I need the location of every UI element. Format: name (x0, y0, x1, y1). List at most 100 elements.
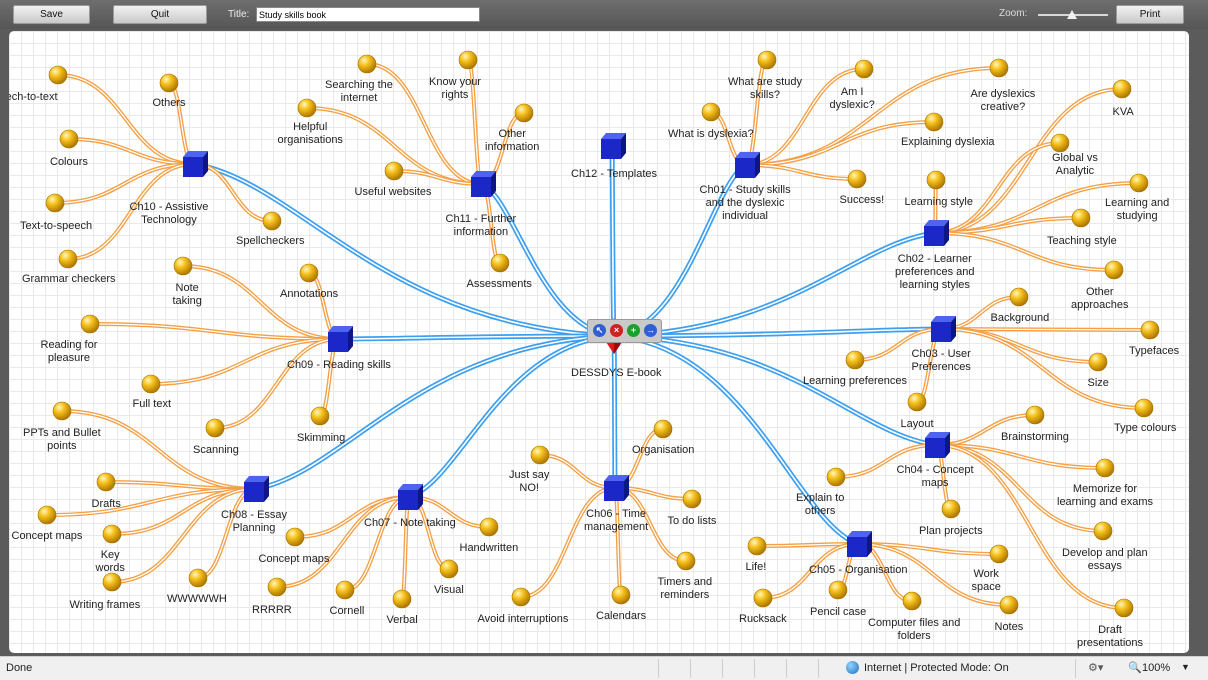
topic-node[interactable] (611, 585, 631, 605)
topic-label[interactable]: Typefaces (1129, 345, 1179, 358)
topic-label[interactable]: Timers and reminders (658, 576, 713, 602)
topic-label[interactable]: Scanning (193, 444, 239, 457)
topic-node[interactable] (310, 406, 330, 426)
topic-node[interactable] (37, 505, 57, 525)
chapter-label-ch08[interactable]: Ch08 - Essay Planning (221, 509, 287, 535)
topic-label[interactable]: WWWWWH (167, 593, 227, 606)
topic-label[interactable]: Learning style (905, 196, 974, 209)
topic-label[interactable]: Colours (50, 156, 88, 169)
chapter-label-ch09[interactable]: Ch09 - Reading skills (287, 359, 391, 372)
topic-label[interactable]: Skimming (297, 432, 345, 445)
page-zoom-icon[interactable]: 🔍 (1128, 661, 1142, 674)
topic-node[interactable] (102, 524, 122, 544)
next-icon[interactable]: → (644, 324, 657, 337)
topic-label[interactable]: Draft presentations (1077, 624, 1143, 650)
chapter-label-ch05[interactable]: Ch05 - Organisation (809, 564, 907, 577)
topic-label[interactable]: Life! (746, 561, 767, 574)
topic-label[interactable]: Pencil case (810, 606, 866, 619)
topic-label[interactable]: Key words (96, 549, 125, 575)
chapter-node-ch10[interactable] (183, 151, 208, 177)
chapter-label-ch01[interactable]: Ch01 - Study skills and the dyslexic indiv… (700, 184, 791, 223)
topic-node[interactable] (52, 401, 72, 421)
topic-node[interactable] (999, 595, 1019, 615)
topic-label[interactable]: Memorize for learning and exams (1057, 483, 1153, 509)
topic-node[interactable] (439, 559, 459, 579)
topic-node[interactable] (1134, 398, 1154, 418)
topic-node[interactable] (989, 58, 1009, 78)
topic-node[interactable] (530, 445, 550, 465)
topic-node[interactable] (1112, 79, 1132, 99)
topic-label[interactable]: Size (1088, 377, 1109, 390)
topic-node[interactable] (676, 551, 696, 571)
topic-node[interactable] (188, 568, 208, 588)
topic-label[interactable]: Verbal (387, 614, 418, 627)
topic-node[interactable] (826, 467, 846, 487)
topic-label[interactable]: Speech-to-text (9, 91, 58, 104)
save-button[interactable]: Save (13, 5, 90, 24)
topic-label[interactable]: Are dyslexics creative? (971, 88, 1036, 114)
topic-label[interactable]: Calendars (596, 610, 646, 623)
mindmap-canvas[interactable]: Speech-to-text Others Colours Text-to-speec… (9, 31, 1189, 653)
topic-label[interactable]: Reading for pleasure (41, 339, 98, 365)
chapter-node-ch05[interactable] (847, 531, 872, 557)
chapter-label-ch04[interactable]: Ch04 - Concept maps (897, 464, 974, 490)
topic-node[interactable] (335, 580, 355, 600)
chapter-label-ch10[interactable]: Ch10 - Assistive Technology (130, 201, 209, 227)
topic-label[interactable]: What is dyslexia? (668, 128, 754, 141)
root-label[interactable]: DESSDYS E-book (571, 367, 661, 380)
topic-label[interactable]: Computer files and folders (868, 617, 960, 643)
chapter-label-ch11[interactable]: Ch11 - Further information (446, 213, 517, 239)
topic-label[interactable]: Handwritten (460, 542, 519, 555)
topic-node[interactable] (1093, 521, 1113, 541)
topic-label[interactable]: Other information (485, 128, 539, 154)
chapter-node-ch11[interactable] (471, 171, 496, 197)
security-settings-icon[interactable]: ⚙▾ (1088, 661, 1103, 674)
topic-node[interactable] (59, 129, 79, 149)
topic-node[interactable] (285, 527, 305, 547)
topic-label[interactable]: Concept maps (259, 553, 330, 566)
pointer-icon[interactable]: ↖ (593, 324, 606, 337)
chapter-node-ch06[interactable] (604, 475, 629, 501)
topic-node[interactable] (297, 98, 317, 118)
topic-label[interactable]: Just say NO! (509, 469, 549, 495)
chapter-node-ch03[interactable] (931, 316, 956, 342)
topic-node[interactable] (58, 249, 78, 269)
topic-label[interactable]: Others (153, 97, 186, 110)
topic-node[interactable] (392, 589, 412, 609)
topic-label[interactable]: Helpful organisations (278, 121, 343, 147)
zoom-slider-thumb[interactable] (1067, 10, 1077, 19)
topic-node[interactable] (1140, 320, 1160, 340)
topic-node[interactable] (384, 161, 404, 181)
chapter-label-ch06[interactable]: Ch06 - Time management (584, 508, 648, 534)
topic-node[interactable] (1071, 208, 1091, 228)
topic-node[interactable] (205, 418, 225, 438)
topic-label[interactable]: Useful websites (355, 186, 432, 199)
chapter-node-ch01[interactable] (735, 152, 760, 178)
topic-label[interactable]: Explain to others (796, 492, 844, 518)
topic-label[interactable]: Organisation (632, 444, 694, 457)
topic-node[interactable] (653, 419, 673, 439)
topic-node[interactable] (854, 59, 874, 79)
topic-node[interactable] (514, 103, 534, 123)
chapter-node-ch08[interactable] (244, 476, 269, 502)
topic-label[interactable]: Drafts (92, 498, 121, 511)
topic-label[interactable]: Note taking (173, 282, 202, 308)
topic-node[interactable] (989, 544, 1009, 564)
topic-label[interactable]: RRRRR (252, 604, 292, 617)
topic-label[interactable]: KVA (1113, 106, 1134, 119)
topic-node[interactable] (80, 314, 100, 334)
topic-label[interactable]: Annotations (280, 288, 338, 301)
topic-node[interactable] (1025, 405, 1045, 425)
topic-node[interactable] (845, 350, 865, 370)
topic-node[interactable] (924, 112, 944, 132)
topic-label[interactable]: To do lists (668, 515, 717, 528)
chapter-node-ch07[interactable] (398, 484, 423, 510)
topic-node[interactable] (753, 588, 773, 608)
topic-node[interactable] (907, 392, 927, 412)
page-zoom-value[interactable]: 100% (1142, 662, 1170, 674)
topic-node[interactable] (45, 193, 65, 213)
topic-node[interactable] (926, 170, 946, 190)
topic-label[interactable]: Rucksack (739, 613, 787, 626)
topic-node[interactable] (357, 54, 377, 74)
chapter-node-ch04[interactable] (925, 432, 950, 458)
